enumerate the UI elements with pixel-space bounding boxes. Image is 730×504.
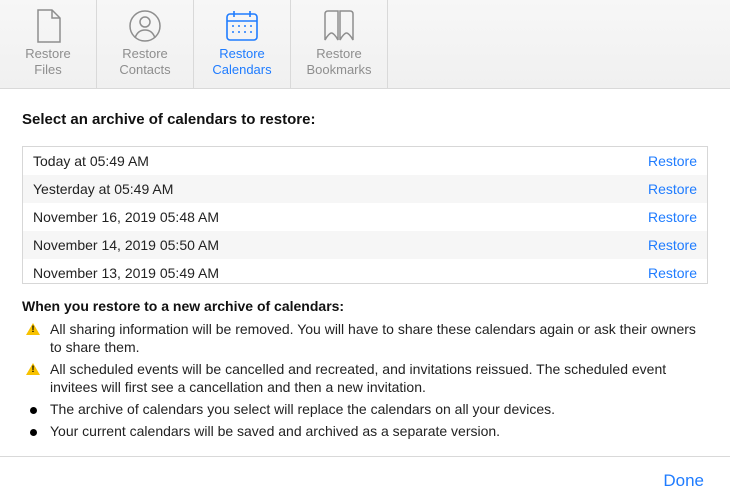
archive-row: November 14, 2019 05:50 AM Restore [23, 231, 707, 259]
tab-label: Bookmarks [306, 62, 371, 78]
note-row: All sharing information will be removed.… [22, 320, 708, 356]
tab-label: Contacts [119, 62, 170, 78]
archive-row: Yesterday at 05:49 AM Restore [23, 175, 707, 203]
restore-link[interactable]: Restore [648, 209, 697, 225]
restore-link[interactable]: Restore [648, 153, 697, 169]
bookmark-icon [321, 6, 357, 46]
restore-link[interactable]: Restore [648, 237, 697, 253]
warning-icon [26, 322, 40, 336]
content-area: Select an archive of calendars to restor… [0, 89, 730, 440]
bullet-icon [26, 424, 40, 438]
tab-label: Restore [316, 46, 362, 62]
tab-label: Calendars [212, 62, 271, 78]
note-row: Your current calendars will be saved and… [22, 422, 708, 440]
tab-restore-contacts[interactable]: Restore Contacts [97, 0, 194, 88]
contact-icon [128, 6, 162, 46]
note-text: The archive of calendars you select will… [50, 400, 555, 418]
page-title: Select an archive of calendars to restor… [22, 111, 708, 128]
tab-bar: Restore Files Restore Contacts [0, 0, 730, 89]
archive-label: November 14, 2019 05:50 AM [33, 237, 219, 253]
tab-restore-bookmarks[interactable]: Restore Bookmarks [291, 0, 388, 88]
note-text: Your current calendars will be saved and… [50, 422, 500, 440]
archive-row: Today at 05:49 AM Restore [23, 147, 707, 175]
archive-row: November 16, 2019 05:48 AM Restore [23, 203, 707, 231]
tab-restore-calendars[interactable]: Restore Calendars [194, 0, 291, 88]
file-icon [34, 6, 62, 46]
notes-section: When you restore to a new archive of cal… [22, 298, 708, 440]
note-row: All scheduled events will be cancelled a… [22, 360, 708, 396]
restore-link[interactable]: Restore [648, 265, 697, 281]
notes-title: When you restore to a new archive of cal… [22, 298, 708, 314]
archive-label: Yesterday at 05:49 AM [33, 181, 173, 197]
warning-icon [26, 362, 40, 376]
archive-label: November 13, 2019 05:49 AM [33, 265, 219, 281]
note-text: All sharing information will be removed.… [50, 320, 708, 356]
bullet-icon [26, 402, 40, 416]
tab-label: Restore [219, 46, 265, 62]
archive-row: November 13, 2019 05:49 AM Restore [23, 259, 707, 284]
tab-restore-files[interactable]: Restore Files [0, 0, 97, 88]
archive-label: November 16, 2019 05:48 AM [33, 209, 219, 225]
archive-label: Today at 05:49 AM [33, 153, 149, 169]
note-row: The archive of calendars you select will… [22, 400, 708, 418]
tab-label: Files [34, 62, 61, 78]
footer-bar: Done [0, 456, 730, 504]
calendar-icon [225, 6, 259, 46]
note-text: All scheduled events will be cancelled a… [50, 360, 708, 396]
archive-list[interactable]: Today at 05:49 AM Restore Yesterday at 0… [22, 146, 708, 284]
tab-label: Restore [122, 46, 168, 62]
tab-label: Restore [25, 46, 71, 62]
restore-link[interactable]: Restore [648, 181, 697, 197]
done-button[interactable]: Done [663, 471, 704, 491]
